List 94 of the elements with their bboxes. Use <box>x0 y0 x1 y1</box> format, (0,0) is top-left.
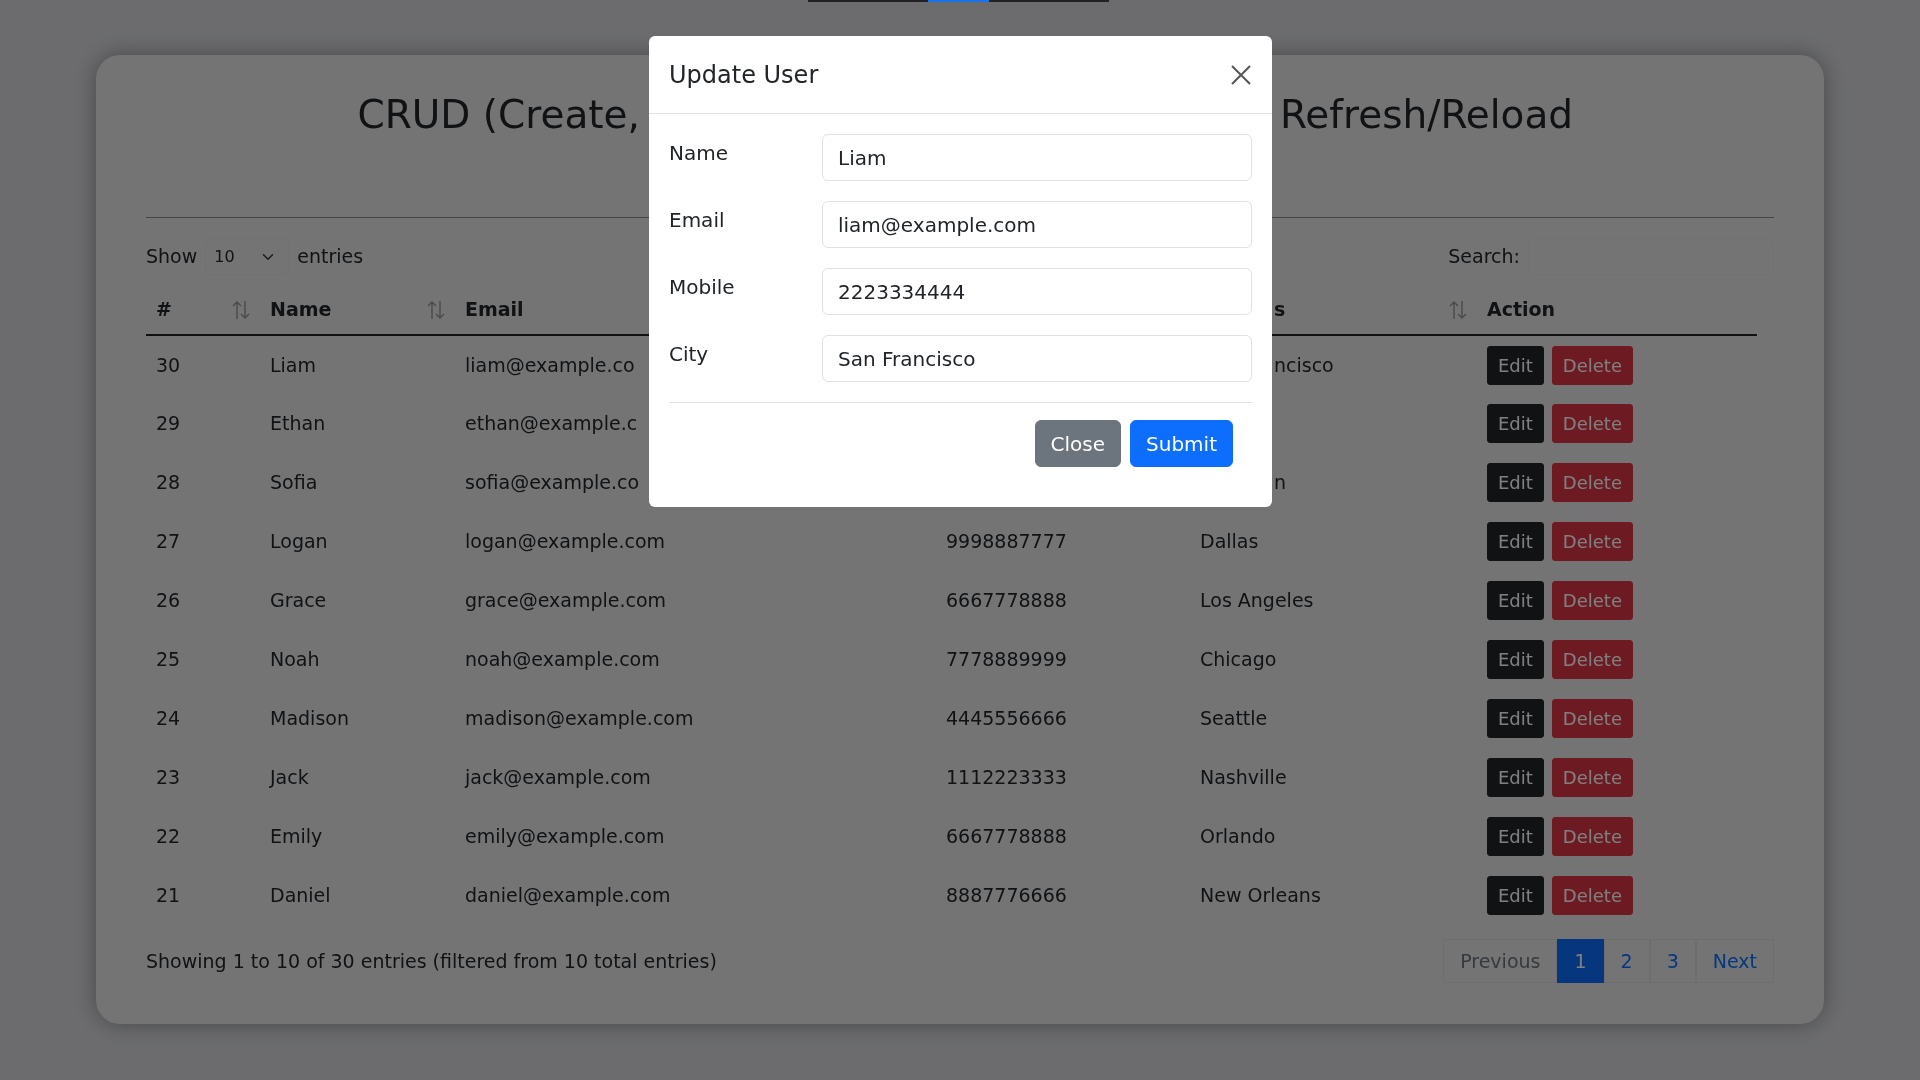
entries-info: Showing 1 to 10 of 30 entries (filtered from 10 total entries) <box>146 948 717 974</box>
edit-button[interactable]: Edit <box>1487 817 1544 856</box>
page-link[interactable]: 3 <box>1649 939 1696 983</box>
delete-button[interactable]: Delete <box>1551 463 1633 502</box>
entries-select[interactable]: 10 <box>205 238 290 275</box>
table-cell: daniel@example.com <box>465 884 671 907</box>
table-cell: liam@example.co <box>465 353 635 376</box>
modal-title: Update User <box>669 59 819 91</box>
delete-button[interactable]: Delete <box>1551 817 1633 856</box>
table-cell: madison@example.com <box>465 707 694 730</box>
delete-button[interactable]: Delete <box>1551 699 1633 738</box>
table-cell: 9998887777 <box>946 530 1067 553</box>
page-link[interactable]: 2 <box>1603 939 1650 983</box>
column-header: Action <box>1487 297 1556 323</box>
entries-label: entries <box>297 244 364 270</box>
field-label: City <box>669 341 710 368</box>
table-cell: Ethan <box>270 412 326 435</box>
table-cell: Chicago <box>1200 648 1277 671</box>
delete-button[interactable]: Delete <box>1551 522 1633 561</box>
table-cell: logan@example.com <box>465 530 666 553</box>
table-cell: 30 <box>156 353 181 376</box>
edit-button[interactable]: Edit <box>1487 640 1544 679</box>
table-cell: Orlando <box>1200 825 1276 848</box>
input-field[interactable]: 2223334444 <box>822 268 1252 315</box>
table-cell: 27 <box>156 530 181 553</box>
table-cell: Grace <box>270 589 327 612</box>
input-field[interactable]: liam@example.com <box>822 201 1252 248</box>
table-cell: 23 <box>156 766 181 789</box>
table-cell: Jack <box>270 766 309 789</box>
show-label: Show <box>146 244 198 270</box>
field-label: Mobile <box>669 274 736 301</box>
table-cell: 25 <box>156 648 181 671</box>
table-cell: Liam <box>270 353 316 376</box>
table-cell: ncisco <box>1274 353 1334 376</box>
edit-button[interactable]: Edit <box>1487 699 1544 738</box>
table-cell: Daniel <box>270 884 331 907</box>
edit-button[interactable]: Edit <box>1487 758 1544 797</box>
table-cell: 4445556666 <box>946 707 1067 730</box>
page-title: CRUD (Create, <box>357 91 640 139</box>
table-cell: 6667778888 <box>946 589 1067 612</box>
close-button[interactable]: Close <box>1034 420 1122 467</box>
table-cell: Madison <box>270 707 349 730</box>
table-cell: Seattle <box>1200 707 1268 730</box>
table-cell: Los Angeles <box>1200 589 1314 612</box>
delete-button[interactable]: Delete <box>1551 640 1633 679</box>
delete-button[interactable]: Delete <box>1551 758 1633 797</box>
column-header: Name <box>270 297 332 323</box>
table-cell: Nashville <box>1200 766 1287 789</box>
table-cell: 1112223333 <box>946 766 1067 789</box>
table-cell: 24 <box>156 707 181 730</box>
edit-button[interactable]: Edit <box>1487 463 1544 502</box>
edit-button[interactable]: Edit <box>1487 404 1544 443</box>
delete-button[interactable]: Delete <box>1551 404 1633 443</box>
table-cell: New Orleans <box>1200 884 1321 907</box>
table-cell: jack@example.com <box>465 766 651 789</box>
table-cell: emily@example.com <box>465 825 665 848</box>
delete-button[interactable]: Delete <box>1551 345 1633 385</box>
edit-button[interactable]: Edit <box>1487 345 1544 385</box>
input-field[interactable]: San Francisco <box>822 335 1252 382</box>
page-link[interactable]: 1 <box>1557 939 1604 983</box>
table-cell: 26 <box>156 589 181 612</box>
table-cell: 21 <box>156 884 181 907</box>
close-icon[interactable] <box>1230 63 1252 86</box>
table-cell: Noah <box>270 648 320 671</box>
table-cell: grace@example.com <box>465 589 667 612</box>
input-field[interactable]: Liam <box>822 134 1252 181</box>
table-cell: 6667778888 <box>946 825 1067 848</box>
table-cell: 29 <box>156 412 181 435</box>
column-header: # <box>156 297 172 323</box>
page-title: Refresh/Reload <box>1280 91 1574 139</box>
table-cell: sofia@example.co <box>465 471 640 494</box>
edit-button[interactable]: Edit <box>1487 581 1544 620</box>
field-label: Email <box>669 207 726 234</box>
table-cell: Dallas <box>1200 530 1259 553</box>
table-cell: 28 <box>156 471 181 494</box>
edit-button[interactable]: Edit <box>1487 522 1544 561</box>
table-cell: ethan@example.c <box>465 412 638 435</box>
column-header: s <box>1274 297 1286 323</box>
submit-button[interactable]: Submit <box>1130 420 1233 467</box>
delete-button[interactable]: Delete <box>1551 876 1633 915</box>
table-cell: 7778889999 <box>946 648 1067 671</box>
table-cell: Sofia <box>270 471 318 494</box>
table-cell: 22 <box>156 825 181 848</box>
column-header: Email <box>465 297 524 323</box>
table-cell: Logan <box>270 530 328 553</box>
table-cell: Emily <box>270 825 323 848</box>
page-link[interactable]: Next <box>1695 939 1774 983</box>
table-cell: 8887776666 <box>946 884 1067 907</box>
delete-button[interactable]: Delete <box>1551 581 1633 620</box>
edit-button[interactable]: Edit <box>1487 876 1544 915</box>
table-cell: noah@example.com <box>465 648 660 671</box>
table-cell: n <box>1274 471 1287 494</box>
field-label: Name <box>669 140 729 167</box>
search-label: Search: <box>1448 244 1520 270</box>
